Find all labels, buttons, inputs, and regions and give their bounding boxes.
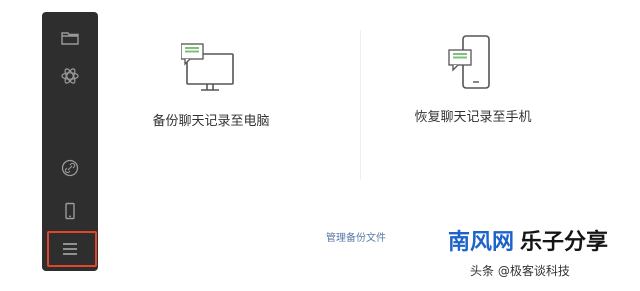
menu-highlight <box>47 231 97 267</box>
phone-chat-icon <box>448 35 490 89</box>
backup-to-pc-label: 备份聊天记录至电脑 <box>152 114 270 129</box>
restore-to-phone-button[interactable]: 恢复聊天记录至手机 <box>402 34 544 125</box>
divider <box>360 30 361 180</box>
watermark-brand-2: 乐子分享 <box>520 230 609 255</box>
watermark-brand-1: 南风网 <box>448 230 515 255</box>
link-icon[interactable] <box>58 156 82 180</box>
credit-text: 头条 @极客谈科技 <box>470 264 570 278</box>
backup-to-pc-button[interactable]: 备份聊天记录至电脑 <box>140 38 282 129</box>
settings-icon[interactable] <box>58 64 82 88</box>
restore-to-phone-label: 恢复聊天记录至手机 <box>414 110 532 125</box>
phone-icon[interactable] <box>58 199 82 223</box>
watermark: 南风网 乐子分享 <box>448 224 608 256</box>
manage-backup-link[interactable]: 管理备份文件 <box>326 229 386 244</box>
monitor-chat-icon <box>180 43 234 91</box>
folder-icon[interactable] <box>58 26 82 50</box>
